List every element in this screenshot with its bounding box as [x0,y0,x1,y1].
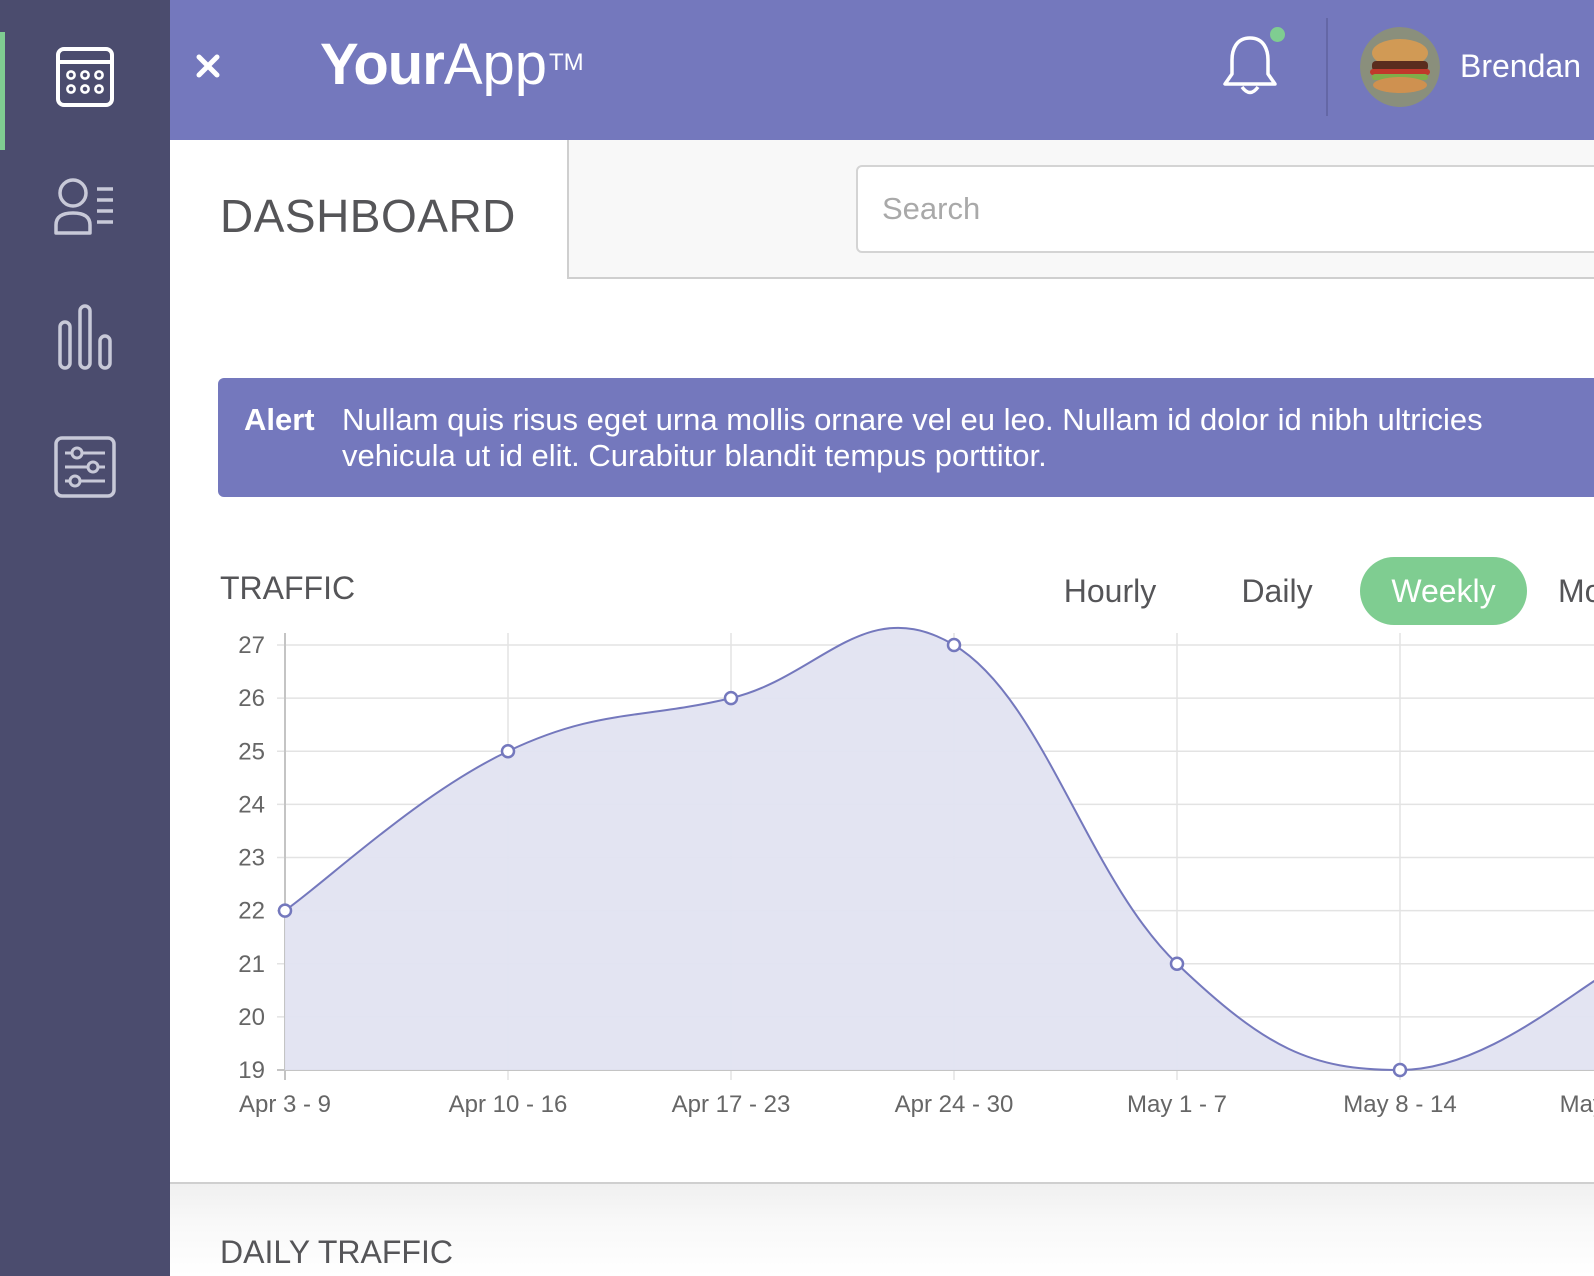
x-tick-label: May 1 - 7 [1127,1091,1227,1118]
top-header: YourAppTM Brendan [170,0,1594,140]
app-logo: YourAppTM [320,30,584,100]
members-icon [53,175,117,239]
notification-dot [1270,27,1285,42]
chart-data-point [500,744,516,759]
chart-data-point [1392,1062,1408,1078]
alert-banner: Alert Nullam quis risus eget urna mollis… [218,378,1594,497]
avatar[interactable] [1360,27,1440,107]
chart-series-line [284,626,1594,1072]
y-tick-label: 23 [238,845,265,872]
chart-data-point [277,903,293,918]
y-tick-label: 21 [238,951,265,978]
x-tick-label: May 15 - 21 [1560,1091,1594,1118]
analytics-icon [58,304,112,370]
y-tick-label: 20 [238,1004,265,1031]
chart-data-point [946,637,962,653]
y-tick-label: 22 [238,898,265,925]
x-tick-label: Apr 10 - 16 [449,1091,568,1118]
y-tick-label: 19 [238,1057,265,1084]
y-tick-label: 24 [238,791,265,818]
tab-daily[interactable]: Daily [1210,557,1344,625]
x-tick-label: May 8 - 14 [1343,1091,1456,1118]
search-panel [567,140,1594,279]
logo-trademark: TM [549,49,584,76]
y-tick-label: 25 [238,738,265,765]
alert-label: Alert [244,402,315,437]
tab-hourly[interactable]: Hourly [1040,557,1180,625]
alert-message: Nullam quis risus eget urna mollis ornar… [342,402,1483,473]
tab-monthly[interactable]: Monthly [1540,557,1594,625]
x-tick-label: Apr 24 - 30 [895,1091,1014,1118]
chart-area-fill [285,627,1594,1070]
tab-weekly[interactable]: Weekly [1360,557,1527,625]
sidebar [0,0,170,1276]
logo-bold-text: Your [320,32,445,97]
sidebar-item-members[interactable] [0,142,170,272]
sidebar-item-dashboard[interactable] [0,12,170,150]
daily-traffic-title: DAILY TRAFFIC [220,1234,453,1270]
user-name[interactable]: Brendan [1460,44,1581,88]
traffic-title: TRAFFIC [220,570,356,606]
calendar-icon [55,46,115,108]
chart-data-point [723,690,739,706]
y-tick-label: 26 [238,685,265,712]
chart-data-point [1169,956,1185,971]
y-tick-label: 27 [238,632,265,659]
sidebar-item-settings[interactable] [0,402,170,532]
settings-icon [53,435,117,499]
header-divider [1326,18,1328,116]
x-tick-label: Apr 17 - 23 [672,1091,791,1118]
close-icon[interactable] [192,50,224,82]
x-tick-label: Apr 3 - 9 [239,1091,331,1118]
page-title: DASHBOARD [220,190,516,242]
daily-traffic-section: DAILY TRAFFIC [170,1182,1594,1276]
bell-icon[interactable] [1220,32,1280,98]
logo-light-text: App [443,32,548,97]
search-input[interactable] [856,165,1594,253]
sidebar-item-analytics[interactable] [0,272,170,402]
